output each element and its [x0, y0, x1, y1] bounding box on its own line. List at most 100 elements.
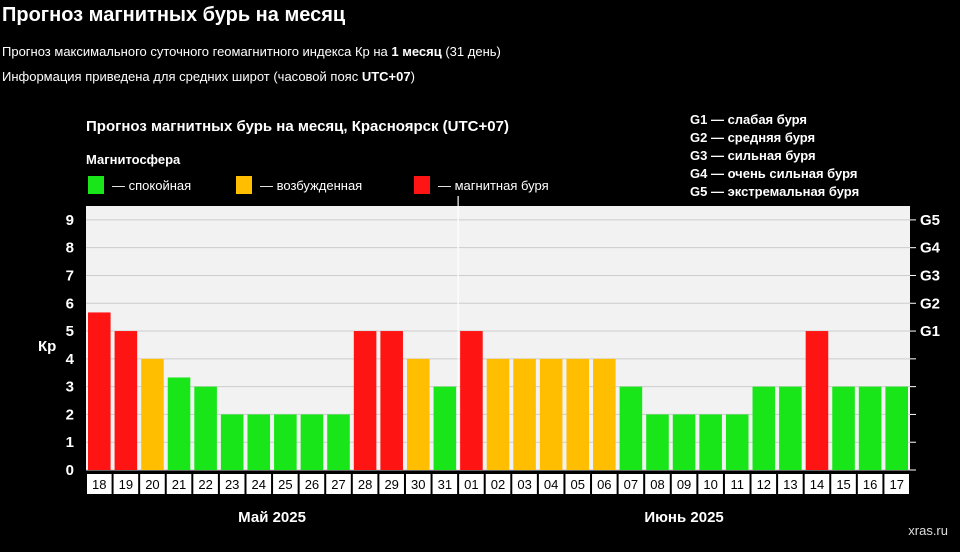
kp-bar-31 [433, 386, 457, 470]
kp-bar-10 [699, 414, 722, 470]
y-axis-label: Кр [38, 338, 56, 355]
y-tick-label: 5 [66, 323, 74, 340]
y-tick-label: 1 [66, 434, 74, 451]
kp-bar-15 [832, 386, 855, 470]
x-tick-label: 31 [438, 477, 452, 492]
page-title: Прогноз магнитных бурь на месяц [2, 4, 346, 26]
x-tick-label: 10 [703, 477, 717, 492]
kp-bar-25 [274, 414, 297, 470]
y-tick-label: 9 [66, 212, 74, 229]
kp-bar-04 [539, 358, 563, 470]
kp-bar-20 [141, 358, 164, 470]
x-tick-label: 15 [836, 477, 850, 492]
chart-title: Прогноз магнитных бурь на месяц, Красноя… [86, 118, 509, 135]
kp-bar-14 [805, 331, 829, 470]
x-tick-label: 14 [810, 477, 824, 492]
x-tick-label: 25 [278, 477, 292, 492]
kp-bar-24 [247, 414, 271, 470]
kp-bar-05 [566, 358, 590, 470]
g-scale-label-g4: G4 [920, 240, 941, 257]
forecast-description: Прогноз максимального суточного геомагни… [2, 44, 501, 59]
x-tick-label: 27 [331, 477, 345, 492]
x-tick-label: 11 [730, 477, 744, 492]
x-tick-label: 02 [491, 477, 505, 492]
kp-bar-12 [752, 386, 776, 470]
latitude-note: Информация приведена для средних широт (… [2, 69, 415, 84]
x-tick-label: 13 [783, 477, 797, 492]
kp-bar-16 [858, 386, 882, 470]
x-tick-label: 19 [119, 477, 133, 492]
kp-bar-29 [380, 331, 403, 470]
legend-swatch-2 [236, 176, 252, 194]
kp-forecast-chart: Прогноз магнитных бурь на месяц, Красноя… [38, 112, 941, 526]
legend-label-2: — возбужденная [260, 178, 362, 193]
x-tick-label: 08 [650, 477, 664, 492]
x-tick-label: 07 [624, 477, 638, 492]
x-tick-label: 30 [411, 477, 425, 492]
description-text: Прогноз максимального суточного геомагни… [2, 44, 392, 59]
kp-bar-09 [672, 414, 696, 470]
x-tick-label: 23 [225, 477, 239, 492]
kp-bar-19 [114, 331, 138, 470]
description-suffix: (31 день) [441, 44, 501, 59]
latitude-text: Информация приведена для средних широт (… [2, 69, 362, 84]
period-highlight: 1 месяц [391, 44, 442, 59]
storm-scale-1: G1 — слабая буря [690, 112, 807, 127]
kp-bar-18 [88, 312, 111, 470]
x-tick-label: 22 [198, 477, 212, 492]
kp-bar-17 [885, 386, 908, 470]
g-scale-label-g3: G3 [920, 267, 940, 284]
forecast-chart-panel: Прогноз магнитных бурь на месяц, Красноя… [0, 96, 960, 552]
x-tick-label: 18 [92, 477, 106, 492]
x-tick-label: 09 [677, 477, 691, 492]
legend-title: Магнитосфера [86, 152, 181, 167]
y-tick-label: 4 [66, 351, 75, 368]
g-scale-label-g2: G2 [920, 295, 940, 312]
kp-bar-28 [353, 331, 377, 470]
x-tick-label: 26 [305, 477, 319, 492]
timezone-highlight: UTC+07 [361, 69, 411, 84]
storm-scale-4: G4 — очень сильная буря [690, 166, 857, 181]
y-tick-label: 0 [66, 462, 74, 479]
x-tick-label: 16 [863, 477, 877, 492]
legend-swatch-1 [88, 176, 104, 194]
kp-bar-01 [460, 331, 483, 470]
y-tick-label: 2 [66, 406, 74, 423]
y-tick-label: 7 [66, 267, 74, 284]
x-tick-label: 01 [464, 477, 478, 492]
x-tick-label: 06 [597, 477, 611, 492]
month-label-2: Июнь 2025 [644, 509, 723, 526]
storm-scale-5: G5 — экстремальная буря [690, 184, 859, 199]
site-watermark: xras.ru [908, 523, 948, 538]
latitude-suffix: ) [410, 69, 415, 84]
kp-bar-03 [513, 358, 536, 470]
x-tick-label: 17 [889, 477, 903, 492]
kp-bar-23 [220, 414, 244, 470]
x-tick-label: 24 [252, 477, 266, 492]
legend-label-1: — спокойная [112, 178, 191, 193]
x-tick-label: 21 [172, 477, 186, 492]
kp-bar-02 [486, 358, 510, 470]
legend-label-3: — магнитная буря [438, 178, 549, 193]
kp-bar-08 [646, 414, 669, 470]
kp-bar-22 [194, 386, 217, 470]
x-tick-label: 03 [517, 477, 531, 492]
x-tick-label: 20 [145, 477, 159, 492]
storm-scale-3: G3 — сильная буря [690, 148, 816, 163]
kp-bar-30 [406, 358, 430, 470]
kp-bar-21 [167, 377, 191, 470]
kp-bar-07 [619, 386, 643, 470]
x-tick-label: 05 [571, 477, 585, 492]
y-tick-label: 3 [66, 379, 74, 396]
kp-bar-11 [725, 414, 749, 470]
month-label-1: Май 2025 [238, 509, 306, 526]
g-scale-label-g5: G5 [920, 212, 940, 229]
kp-bar-26 [300, 414, 324, 470]
x-tick-label: 29 [384, 477, 398, 492]
legend-swatch-3 [414, 176, 430, 194]
y-tick-label: 8 [66, 240, 74, 257]
x-tick-label: 28 [358, 477, 372, 492]
kp-bar-06 [593, 358, 616, 470]
g-scale-label-g1: G1 [920, 323, 940, 340]
x-tick-label: 12 [757, 477, 771, 492]
